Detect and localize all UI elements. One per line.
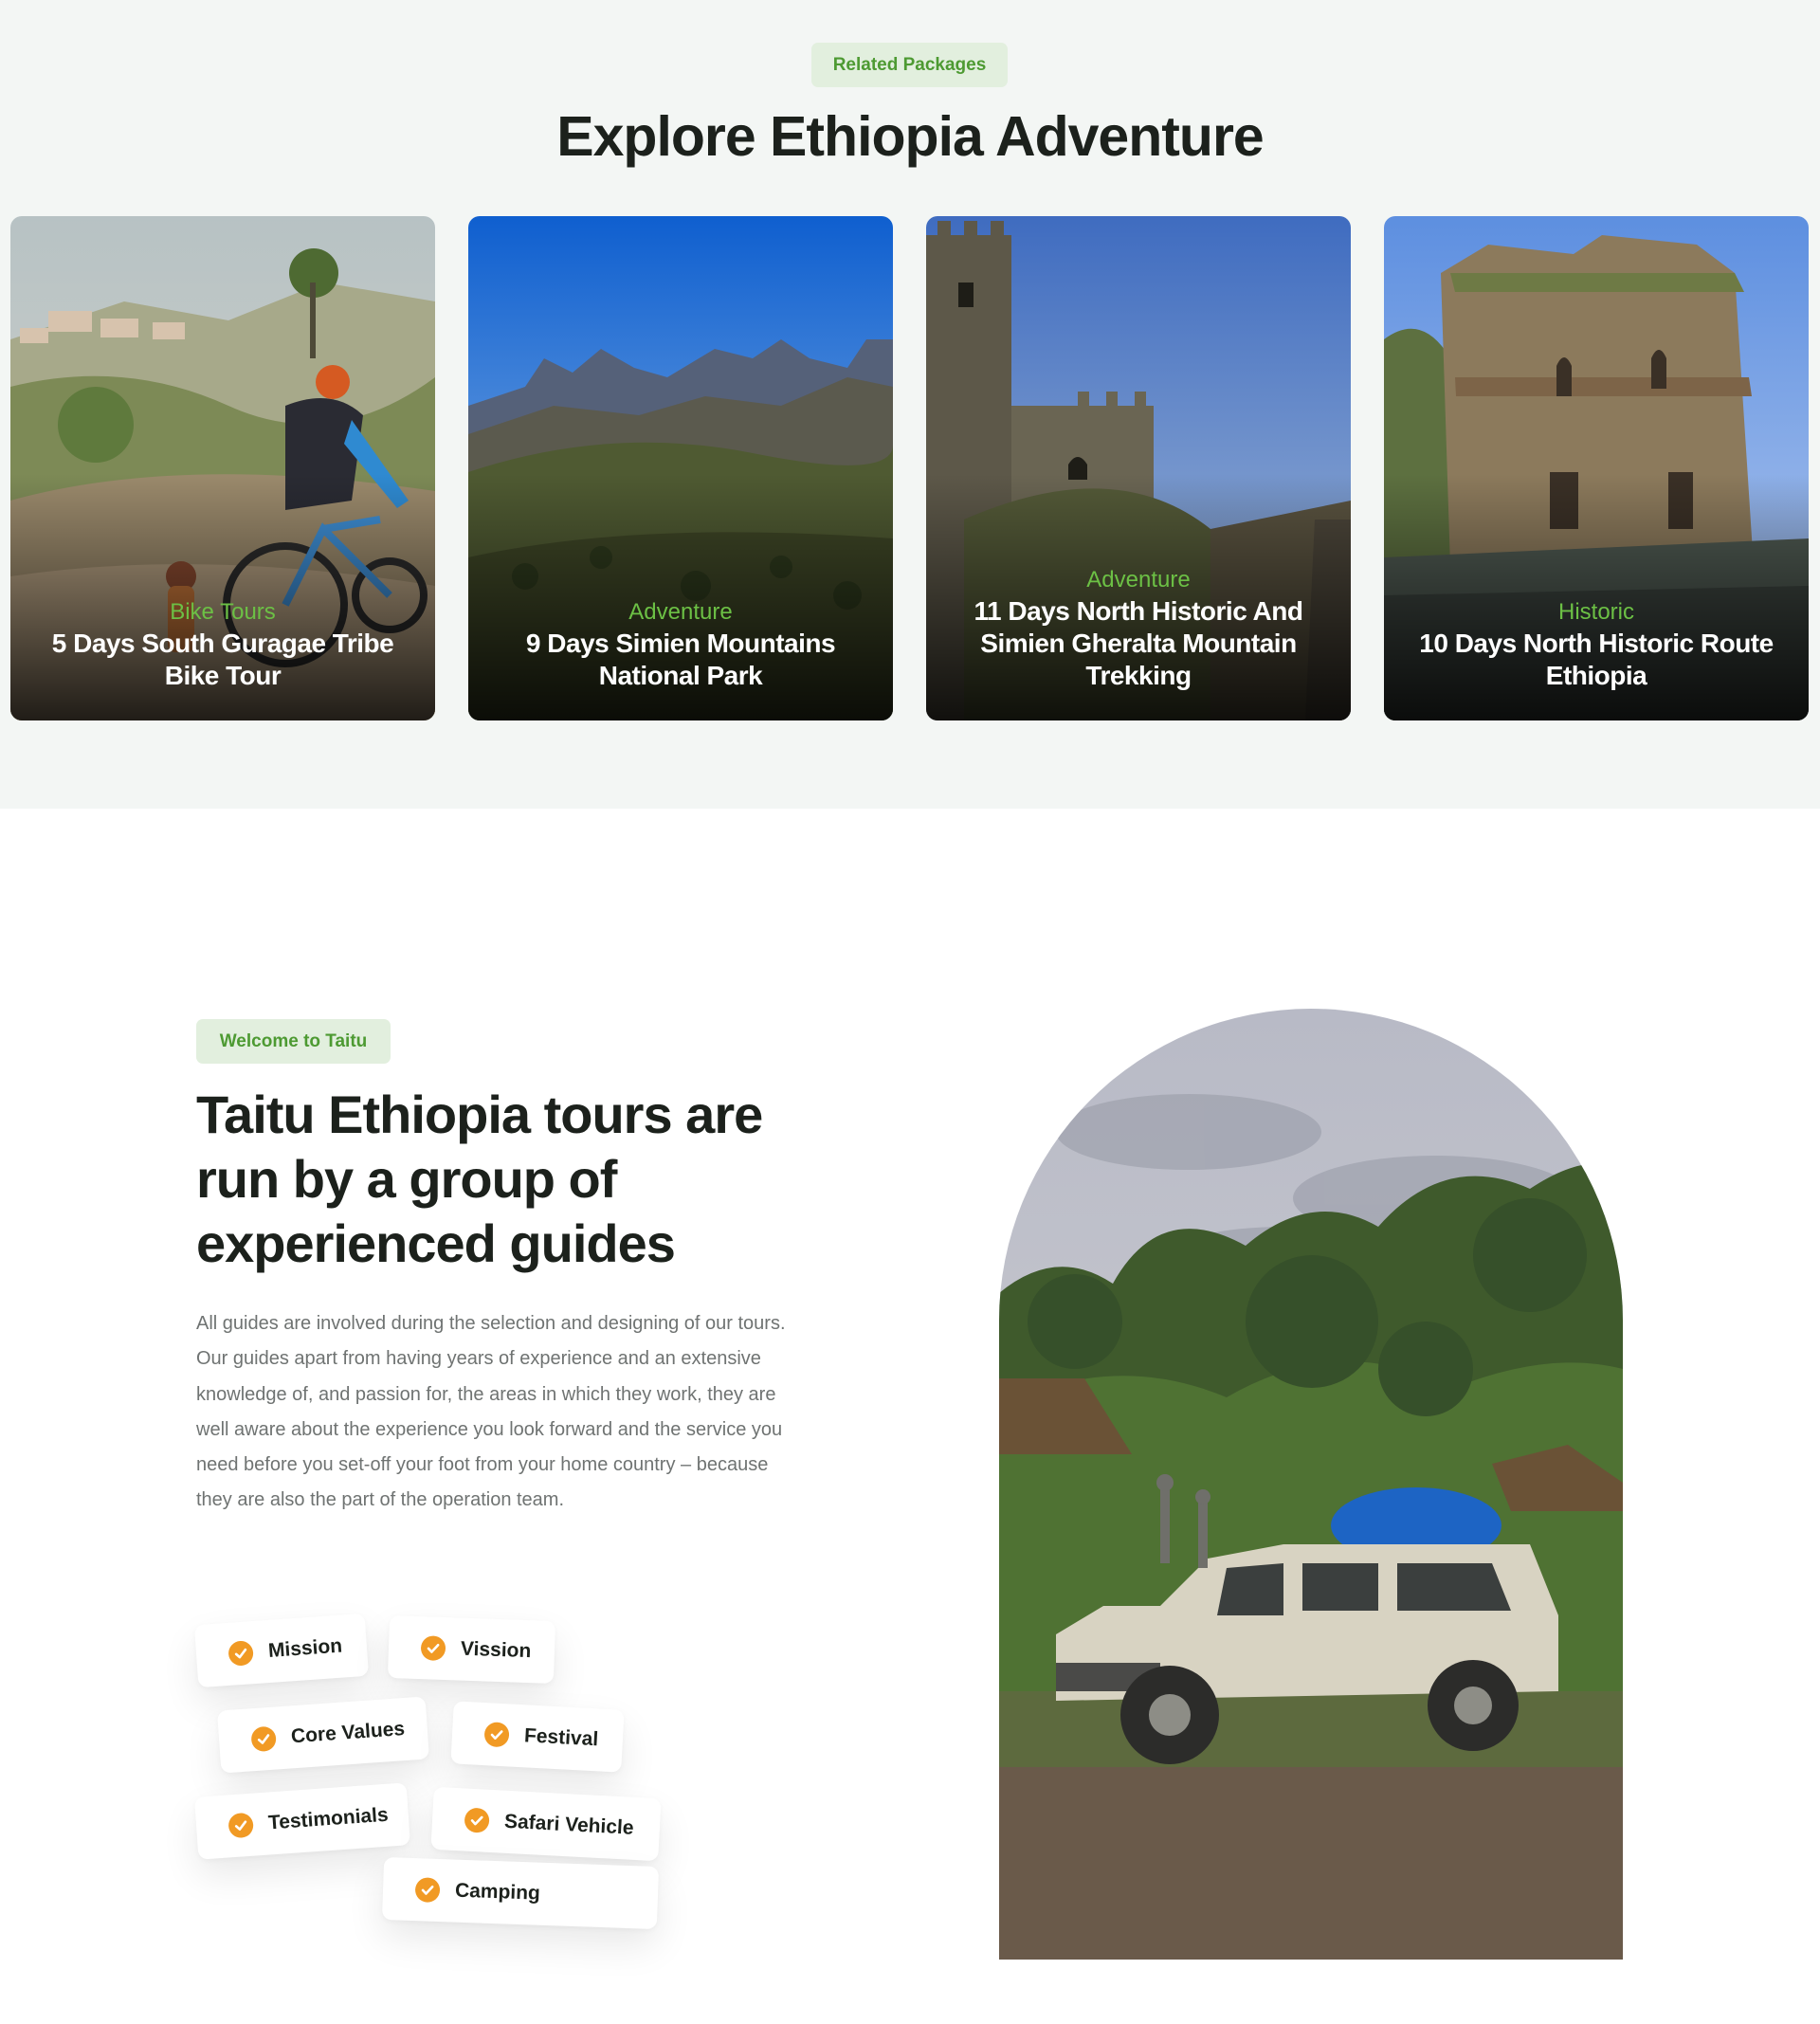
package-title[interactable]: 9 Days Simien Mountains National Park xyxy=(487,628,874,692)
check-circle-icon xyxy=(250,1725,278,1753)
package-card-north-historic-route[interactable]: Historic 10 Days North Historic Route Et… xyxy=(1384,216,1809,720)
check-circle-icon xyxy=(228,1640,254,1667)
tag-festival[interactable]: Festival xyxy=(450,1701,625,1773)
package-title[interactable]: 5 Days South Guragae Tribe Bike Tour xyxy=(29,628,416,692)
package-card-simien-mountains[interactable]: Adventure 9 Days Simien Mountains Nation… xyxy=(468,216,893,720)
check-circle-icon xyxy=(420,1635,446,1662)
safari-vehicle-image xyxy=(999,1009,1623,1960)
tag-label: Testimonials xyxy=(267,1803,390,1834)
tag-vission[interactable]: Vission xyxy=(387,1614,556,1685)
package-card-bike-tour[interactable]: Bike Tours 5 Days South Guragae Tribe Bi… xyxy=(10,216,435,720)
about-description: All guides are involved during the selec… xyxy=(196,1313,786,1511)
tag-core-values[interactable]: Core Values xyxy=(216,1696,430,1774)
package-title[interactable]: 11 Days North Historic And Simien Gheral… xyxy=(945,595,1332,692)
package-category: Adventure xyxy=(628,599,733,625)
package-title[interactable]: 10 Days North Historic Route Ethiopia xyxy=(1403,628,1790,692)
tag-label: Safari Vehicle xyxy=(503,1810,635,1839)
welcome-badge: Welcome to Taitu xyxy=(196,1019,391,1064)
tag-safari-vehicle[interactable]: Safari Vehicle xyxy=(430,1786,662,1862)
check-circle-icon xyxy=(228,1812,255,1839)
package-category: Bike Tours xyxy=(170,599,276,625)
tag-label: Core Values xyxy=(290,1718,406,1748)
tag-label: Vission xyxy=(460,1637,532,1663)
tag-testimonials[interactable]: Testimonials xyxy=(193,1782,411,1860)
check-circle-icon xyxy=(414,1877,441,1904)
package-card-north-historic-simien[interactable]: Adventure 11 Days North Historic And Sim… xyxy=(926,216,1351,720)
tag-mission[interactable]: Mission xyxy=(193,1613,370,1688)
package-category: Historic xyxy=(1557,599,1634,625)
check-circle-icon xyxy=(464,1807,490,1833)
package-category: Adventure xyxy=(1086,567,1191,593)
related-packages-badge: Related Packages xyxy=(811,43,1008,87)
tag-label: Mission xyxy=(267,1634,343,1662)
check-circle-icon xyxy=(483,1722,510,1748)
tag-label: Camping xyxy=(454,1879,541,1905)
tag-label: Festival xyxy=(523,1724,599,1751)
about-title: Taitu Ethiopia tours are run by a group … xyxy=(196,1085,763,1273)
related-packages-section: Related Packages Explore Ethiopia Advent… xyxy=(0,0,1820,809)
tag-camping[interactable]: Camping xyxy=(381,1856,660,1930)
section-title: Explore Ethiopia Adventure xyxy=(556,105,1265,168)
